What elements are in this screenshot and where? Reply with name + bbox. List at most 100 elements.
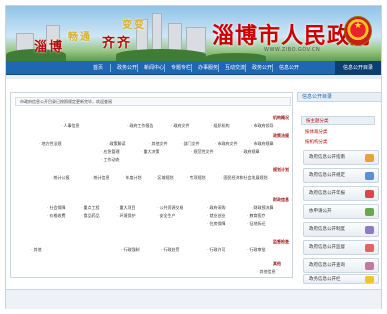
sub-bar: [6, 75, 381, 79]
nav-separator: [218, 64, 219, 72]
catalog-link[interactable]: 应急管理: [101, 149, 120, 155]
catalog-link[interactable]: 教育医疗: [247, 213, 266, 219]
catalog-link[interactable]: 公共资源交易: [157, 205, 184, 211]
sidebar: 信息公开目录 按主题分类 按体裁分类 按机构分类 政府信息公开指南 政府信息公开…: [297, 92, 382, 284]
sidebar-link-label: 政府信息公开年报: [309, 191, 345, 196]
tree-shape: [206, 53, 266, 61]
banner-calligraphy: 变变: [122, 20, 146, 31]
catalog-link[interactable]: 政府采购: [207, 205, 226, 211]
catalog-link[interactable]: 人事信息: [61, 123, 80, 129]
section-title: 政策法规: [273, 133, 289, 138]
nav-directory-button[interactable]: 信息公开目录: [335, 61, 381, 75]
catalog-link[interactable]: 市政府领导: [251, 123, 274, 129]
nav-separator: [191, 64, 192, 72]
catalog-link[interactable]: 就业创业: [207, 213, 226, 219]
catalog-link[interactable]: 地方性法规: [39, 141, 62, 147]
sidebar-tab[interactable]: 按主题分类: [301, 116, 375, 125]
catalog-link[interactable]: 统计公报: [51, 175, 70, 181]
catalog-link[interactable]: 财政预决算: [251, 205, 274, 211]
sidebar-tab[interactable]: 按体裁分类: [301, 128, 328, 137]
nav-separator: [272, 64, 273, 72]
monitor-icon: [365, 244, 374, 252]
sidebar-link-button[interactable]: 依申请公开: [303, 204, 379, 219]
banner-calligraphy: 齐齐: [102, 36, 133, 51]
catalog-link[interactable]: 部门文件: [181, 141, 200, 147]
catalog-link[interactable]: 政府规章: [241, 149, 260, 155]
sidebar-link-button[interactable]: 政府信息公开指南: [303, 150, 379, 165]
page-frame: 淄博 畅通 齐齐 变变 淄博市人民政府 WWW.ZIBO.GOV.CN ★ 首页…: [5, 5, 382, 309]
catalog-link[interactable]: 安全生产: [157, 213, 176, 219]
building-shape: [152, 13, 162, 53]
main-nav: 首页 政务公开 新闻中心 专题专栏 办事服务 互动交流 政务公开 信息公开 信息…: [6, 61, 381, 75]
catalog-link[interactable]: 市政府文件: [215, 141, 238, 147]
sidebar-link-button[interactable]: 政务信息公开栏: [303, 274, 379, 284]
catalog-link[interactable]: 年度计划: [123, 175, 142, 181]
catalog-link[interactable]: 组织机构: [211, 123, 230, 129]
national-emblem-icon: ★: [344, 16, 372, 46]
nav-separator: [137, 64, 138, 72]
pencil-icon: [365, 154, 374, 162]
sidebar-tab[interactable]: 按机构分类: [301, 138, 328, 147]
report-icon: [365, 190, 374, 198]
catalog-link[interactable]: 食品药品: [81, 213, 100, 219]
nav-separator: [245, 64, 246, 72]
sidebar-link-label: 政府信息公开指南: [309, 155, 345, 160]
catalog-link[interactable]: 政府文件: [171, 123, 190, 129]
section-title: 其他: [273, 261, 281, 266]
government-url: WWW.ZIBO.GOV.CN: [264, 47, 321, 53]
form-icon: [365, 208, 374, 216]
nav-separator: [164, 64, 165, 72]
banner: 淄博 畅通 齐齐 变变 淄博市人民政府 WWW.ZIBO.GOV.CN ★: [6, 6, 381, 61]
catalog-link[interactable]: 行政处罚: [161, 247, 180, 253]
search-icon: [365, 262, 374, 270]
sidebar-link-label: 依申请公开: [309, 209, 332, 214]
sidebar-link-label: 政府信息公开监督: [309, 245, 345, 250]
catalog-link[interactable]: 行政强制: [121, 247, 140, 253]
catalog-link[interactable]: 行政审批: [247, 247, 266, 253]
catalog-link[interactable]: 工作动态: [101, 157, 120, 163]
catalog-link[interactable]: 其他: [31, 247, 42, 253]
catalog-link[interactable]: 行政许可: [207, 247, 226, 253]
sidebar-link-button[interactable]: 政府信息公开查询: [303, 258, 379, 273]
sidebar-link-button[interactable]: 政府信息公开年报: [303, 186, 379, 201]
sidebar-link-button[interactable]: 政府信息公开制度: [303, 222, 379, 237]
sidebar-head: 信息公开目录: [297, 92, 382, 102]
catalog-link[interactable]: 其他信息: [257, 269, 276, 275]
section-title: 规划计划: [273, 167, 289, 172]
catalog-link[interactable]: 住房保障: [207, 221, 226, 227]
catalog-link[interactable]: 其他文件: [149, 141, 168, 147]
footer: [6, 289, 381, 309]
nav-item[interactable]: 信息公开: [276, 61, 302, 75]
catalog-link[interactable]: 价格收费: [47, 213, 66, 219]
nav-item[interactable]: 首页: [90, 61, 106, 75]
catalog-link[interactable]: 政府工作报告: [127, 123, 154, 129]
catalog-link[interactable]: 区域规划: [155, 175, 174, 181]
section-title: 监督检查: [273, 239, 289, 244]
catalog-link[interactable]: 统计信息: [91, 175, 110, 181]
catalog-link[interactable]: 市政府规章: [251, 141, 274, 147]
catalog-link[interactable]: 重大项目: [117, 205, 136, 211]
catalog-link[interactable]: 重点工程: [81, 205, 100, 211]
catalog-link[interactable]: 规范性文件: [191, 149, 214, 155]
sidebar-link-label: 政府信息公开制度: [309, 227, 345, 232]
catalog-link[interactable]: 征地拆迁: [247, 221, 266, 227]
section-title: 财政信息: [273, 197, 289, 202]
sidebar-link-button[interactable]: 政府信息公开监督: [303, 240, 379, 255]
catalog-panel: 市政府信息公开目录已按照规定更新完毕，欢迎查阅 机构概况 市政府领导 组织机构 …: [10, 92, 293, 278]
catalog-link[interactable]: 社会保障: [47, 205, 66, 211]
nav-separator: [110, 64, 111, 72]
sidebar-link-label: 政府信息公开规定: [309, 173, 345, 178]
catalog-link[interactable]: 国民经济和社会发展规划: [221, 175, 268, 181]
building-shape: [186, 27, 206, 53]
catalog-link[interactable]: 政策解读: [107, 141, 126, 147]
section-title: 机构概况: [273, 115, 289, 120]
rules-icon: [365, 226, 374, 234]
catalog-link[interactable]: 环境保护: [117, 213, 136, 219]
document-icon: [365, 172, 374, 180]
catalog-link[interactable]: 专项规划: [187, 175, 206, 181]
notice-bar: 市政府信息公开目录已按照规定更新完毕，欢迎查阅: [15, 97, 291, 106]
banner-calligraphy: 畅通: [68, 32, 92, 43]
banner-calligraphy: 淄博: [34, 40, 65, 55]
catalog-link[interactable]: 重大决策: [141, 149, 160, 155]
sidebar-link-button[interactable]: 政府信息公开规定: [303, 168, 379, 183]
